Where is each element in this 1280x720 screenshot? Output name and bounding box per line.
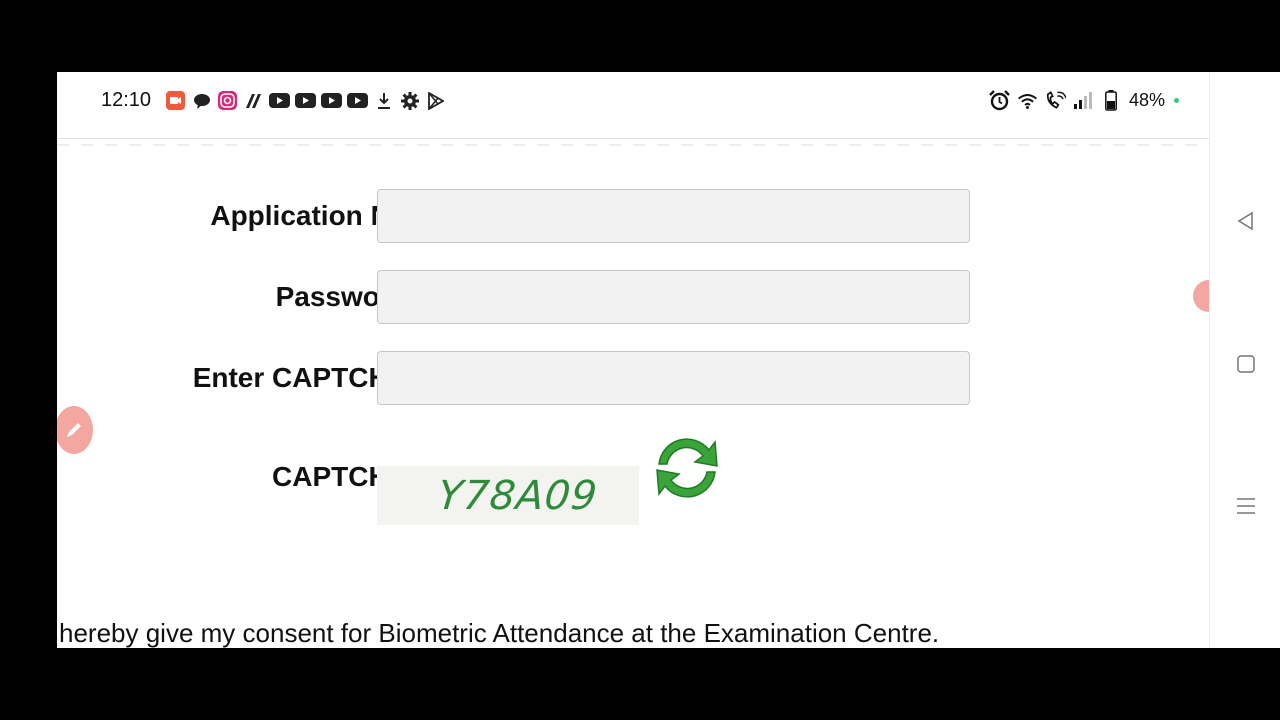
status-time: 12:10 [101,89,152,111]
battery-percentage: 48% [1128,90,1165,110]
youtube-icon [321,90,342,111]
signal-icon [1073,90,1094,111]
captcha-input[interactable] [377,351,970,405]
recents-icon [1237,498,1255,514]
captcha-image: Y78A09 [377,466,639,525]
application-no-input[interactable] [377,189,970,243]
status-bar: 12:10 48% [57,72,1209,139]
phone-screen: 12:10 48% Application No: Password: En… [57,72,1280,648]
pencil-icon [67,423,81,437]
youtube-icon [347,90,368,111]
divider [57,144,1209,146]
consent-text: hereby give my consent for Biometric Att… [59,618,940,648]
youtube-icon [295,90,316,111]
play-store-icon [425,90,446,111]
refresh-icon [656,438,718,498]
status-right: 48% [989,90,1179,111]
recents-button[interactable] [1232,492,1260,520]
app-icon [243,90,264,111]
password-input[interactable] [377,270,970,324]
captcha-text: Y78A09 [435,472,601,519]
back-button[interactable] [1232,207,1260,235]
wifi-call-icon [1045,90,1066,111]
edit-floating-button[interactable] [57,406,93,454]
download-icon [373,90,394,111]
home-icon [1237,355,1255,373]
navigation-bar [1209,72,1280,648]
wifi-icon [1017,90,1038,111]
notification-icons [165,90,446,111]
privacy-indicator-dot [1174,98,1179,103]
battery-icon [1101,90,1122,111]
chat-icon [191,90,212,111]
home-button[interactable] [1232,350,1260,378]
youtube-icon [269,90,290,111]
gear-icon [399,90,420,111]
screen-recorder-icon [165,90,186,111]
refresh-captcha-button[interactable] [649,430,725,506]
instagram-icon [217,90,238,111]
alarm-icon [989,90,1010,111]
back-icon [1237,211,1253,231]
